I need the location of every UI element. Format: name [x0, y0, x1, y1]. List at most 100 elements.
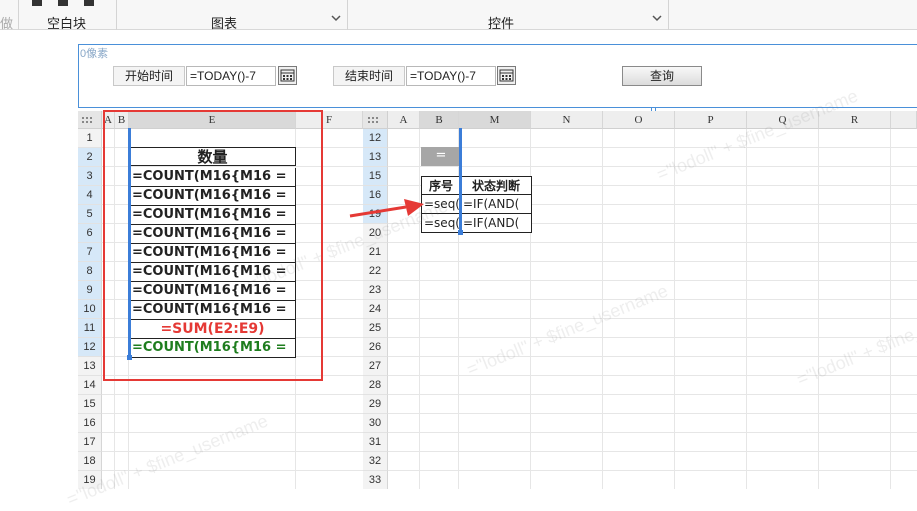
row-header[interactable]: 21	[363, 243, 388, 262]
row-header[interactable]: 20	[363, 224, 388, 243]
grid-line	[102, 451, 363, 452]
grid-line	[388, 375, 917, 376]
row-header[interactable]: 13	[363, 148, 388, 167]
seq-header-cell[interactable]: 序号	[421, 176, 461, 195]
grid-line	[102, 470, 363, 471]
grid-line	[674, 129, 675, 489]
row-header[interactable]: 25	[363, 319, 388, 338]
chevron-down-icon[interactable]	[330, 12, 342, 24]
ribbon-left-fragment: 做	[0, 17, 14, 32]
grid-line	[388, 261, 917, 262]
row-header[interactable]: 29	[363, 395, 388, 414]
row-header[interactable]: 33	[363, 471, 388, 489]
row-header[interactable]: 3	[78, 167, 102, 186]
row-header[interactable]: 6	[78, 224, 102, 243]
right-sheet-grid[interactable]: A B M N O P Q R 12 13 15 16 19 20 21 22 23 24 25 26…	[363, 111, 917, 489]
row-header[interactable]: 22	[363, 262, 388, 281]
ribbon-icon-fragment	[58, 0, 68, 6]
column-header-a[interactable]: A	[388, 111, 420, 129]
query-button[interactable]: 查询	[622, 66, 702, 86]
ribbon-separator	[18, 0, 19, 30]
grid-line	[102, 394, 363, 395]
grid-line	[388, 394, 917, 395]
grid-line	[602, 129, 603, 489]
grid-corner[interactable]	[363, 111, 388, 129]
start-time-input[interactable]: =TODAY()-7	[186, 66, 276, 86]
row-header[interactable]: 12	[78, 338, 102, 357]
equals-merged-cell[interactable]: =	[421, 147, 461, 166]
grid-line	[388, 432, 917, 433]
row-header[interactable]: 28	[363, 376, 388, 395]
grid-line	[818, 129, 819, 489]
status-cell[interactable]: =IF(AND(	[460, 214, 532, 233]
column-header-r[interactable]: R	[819, 111, 891, 129]
start-time-label: 开始时间	[113, 66, 185, 86]
ribbon-separator	[116, 0, 117, 30]
calendar-icon[interactable]	[497, 66, 516, 85]
column-header-o[interactable]: O	[603, 111, 675, 129]
grid-line	[388, 280, 917, 281]
red-arrow-icon	[349, 199, 424, 218]
row-header[interactable]: 17	[78, 433, 102, 452]
column-header-n[interactable]: N	[531, 111, 603, 129]
grid-line	[890, 129, 891, 489]
red-highlight-box	[103, 110, 323, 381]
row-header[interactable]: 7	[78, 243, 102, 262]
row-header[interactable]: 15	[78, 395, 102, 414]
grid-line	[419, 129, 420, 489]
grid-dots-icon	[368, 117, 378, 123]
column-header-b[interactable]: B	[420, 111, 459, 129]
grid-corner[interactable]	[78, 111, 102, 129]
row-header[interactable]: 1	[78, 129, 102, 148]
row-header[interactable]: 26	[363, 338, 388, 357]
column-header-m[interactable]: M	[459, 111, 531, 129]
grid-line	[388, 356, 917, 357]
status-header-cell[interactable]: 状态判断	[460, 176, 532, 195]
blank-block-button[interactable]: 空白块	[47, 13, 86, 32]
grid-line	[388, 147, 917, 148]
grid-line	[388, 318, 917, 319]
grid-line	[746, 129, 747, 489]
row-header[interactable]: 10	[78, 300, 102, 319]
row-header[interactable]: 18	[78, 452, 102, 471]
ribbon-separator	[668, 0, 669, 30]
row-header[interactable]: 16	[78, 414, 102, 433]
row-header[interactable]: 12	[363, 129, 388, 148]
selection-fill-handle[interactable]	[458, 230, 463, 235]
row-header[interactable]: 23	[363, 281, 388, 300]
row-header[interactable]: 32	[363, 452, 388, 471]
column-header-p[interactable]: P	[675, 111, 747, 129]
row-header[interactable]: 2	[78, 148, 102, 167]
column-header-more[interactable]	[891, 111, 917, 129]
grid-line	[388, 337, 917, 338]
row-header[interactable]: 11	[78, 319, 102, 338]
row-header[interactable]: 8	[78, 262, 102, 281]
grid-dots-icon	[82, 117, 92, 123]
grid-line	[388, 451, 917, 452]
row-header[interactable]: 9	[78, 281, 102, 300]
row-header[interactable]: 4	[78, 186, 102, 205]
end-time-input[interactable]: =TODAY()-7	[406, 66, 496, 86]
status-cell[interactable]: =IF(AND(	[460, 195, 532, 214]
grid-line	[388, 470, 917, 471]
calendar-icon[interactable]	[278, 66, 297, 85]
row-header[interactable]: 13	[78, 357, 102, 376]
grid-line	[388, 413, 917, 414]
row-header[interactable]: 14	[78, 376, 102, 395]
ribbon-icon-fragment	[32, 0, 42, 6]
panel-hint: 0像素	[80, 48, 109, 60]
chart-group-label[interactable]: 图表	[211, 13, 237, 32]
column-header-q[interactable]: Q	[747, 111, 819, 129]
widget-group-label[interactable]: 控件	[488, 13, 514, 32]
ribbon-icon-fragment	[84, 0, 94, 6]
chevron-down-icon[interactable]	[651, 12, 663, 24]
row-header[interactable]: 27	[363, 357, 388, 376]
row-header[interactable]: 5	[78, 205, 102, 224]
row-header[interactable]: 19	[78, 471, 102, 489]
ribbon-toolbar: 做 空白块 图表 控件	[0, 0, 917, 32]
row-header[interactable]: 24	[363, 300, 388, 319]
row-header[interactable]: 30	[363, 414, 388, 433]
row-header[interactable]: 15	[363, 167, 388, 186]
row-header[interactable]: 31	[363, 433, 388, 452]
grid-line	[102, 432, 363, 433]
